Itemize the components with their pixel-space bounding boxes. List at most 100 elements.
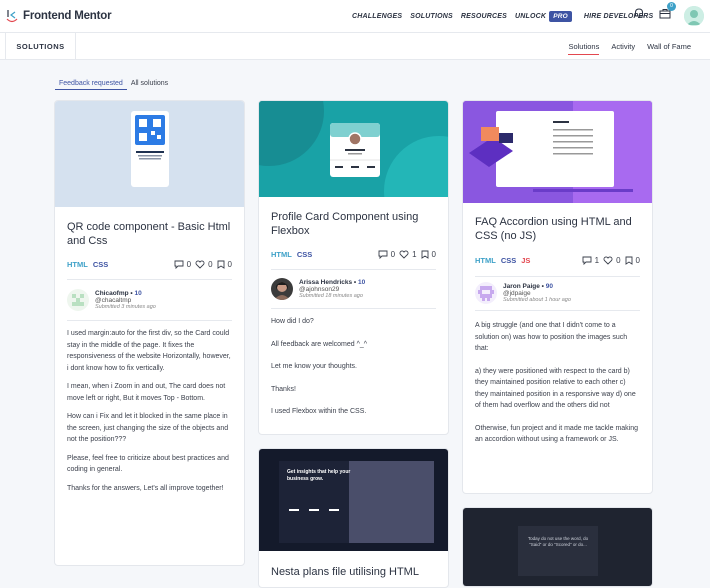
- solution-thumbnail[interactable]: Today do not use the word, do "Said" or …: [463, 508, 652, 586]
- solutions-subnav: SOLUTIONS Solutions Activity Wall of Fam…: [0, 33, 710, 60]
- bookmark-count: 0: [431, 249, 436, 259]
- description-paragraph: I used margin:auto for the first div, so…: [67, 330, 231, 372]
- solution-thumbnail[interactable]: [463, 101, 652, 203]
- solution-filters: Feedback requested All solutions: [55, 79, 172, 90]
- bookmark-icon[interactable]: [421, 250, 429, 259]
- author-name[interactable]: Chicaofmp: [95, 290, 129, 297]
- tag-css: CSS: [296, 249, 313, 259]
- tag-css: CSS: [500, 255, 517, 265]
- thumbnail-quote: Today do not use the word, do "Said" or …: [527, 536, 589, 547]
- author-row[interactable]: Arissa Hendricks • 10 @ajohnson29 Submit…: [259, 278, 448, 300]
- author-handle: @jdpaige: [503, 290, 531, 297]
- bookmark-icon[interactable]: [217, 260, 225, 269]
- author-avatar-image: [67, 289, 89, 311]
- nav-unlock-label: UNLOCK: [515, 13, 547, 20]
- description-paragraph: Thanks!: [271, 385, 296, 393]
- solution-card[interactable]: Profile Card Component using Flexbox HTM…: [258, 100, 449, 435]
- nav-solutions[interactable]: SOLUTIONS: [410, 13, 453, 20]
- filter-all-solutions[interactable]: All solutions: [127, 79, 172, 90]
- faq-accordion-preview-image: [463, 101, 652, 203]
- comment-count: 1: [594, 255, 600, 265]
- author-name[interactable]: Jaron Paige: [503, 283, 540, 290]
- comment-icon: [378, 250, 388, 259]
- bell-icon[interactable]: [632, 6, 646, 20]
- author-score: 10: [134, 290, 142, 297]
- tag-js: JS: [521, 255, 531, 265]
- logo-text: Frontend Mentor: [23, 10, 112, 22]
- author-row[interactable]: Jaron Paige • 90 @jdpaige Submitted abou…: [463, 282, 652, 304]
- section-title: SOLUTIONS: [5, 33, 76, 60]
- bookmark-icon[interactable]: [625, 256, 633, 265]
- comment-icon: [582, 256, 592, 265]
- like-count: 0: [208, 259, 213, 269]
- profile-card-preview-image: [259, 101, 448, 197]
- description-paragraph: Otherwise, fun project and it made me ta…: [475, 424, 639, 444]
- qr-preview-image: [131, 111, 169, 187]
- author-avatar[interactable]: [475, 282, 497, 304]
- comment-count: 0: [186, 259, 192, 269]
- submitted-time: Submitted 18 minutes ago: [299, 293, 363, 299]
- bookmark-count: 0: [227, 259, 232, 269]
- submitted-time: Submitted about 1 hour ago: [503, 297, 571, 303]
- description-paragraph: A big struggle (and one that I didn't co…: [475, 322, 628, 352]
- solution-card[interactable]: Get insights that help your business gro…: [258, 448, 449, 588]
- like-count: 1: [412, 249, 417, 259]
- solution-card[interactable]: FAQ Accordion using HTML and CSS (no JS)…: [462, 100, 653, 494]
- thumbnail-headline: Get insights that help your business gro…: [287, 469, 351, 482]
- description-paragraph: How did I do?: [271, 318, 314, 325]
- tab-activity[interactable]: Activity: [611, 42, 635, 51]
- card-title[interactable]: Nesta plans file utilising HTML: [259, 565, 448, 579]
- card-description: A big struggle (and one that I didn't co…: [463, 320, 652, 446]
- author-name[interactable]: Arissa Hendricks: [299, 279, 352, 286]
- card-description: How did I do? All feedback are welcomed …: [259, 316, 448, 418]
- heart-icon[interactable]: [603, 256, 613, 265]
- description-paragraph: I mean, when i Zoom in and out, The card…: [67, 383, 226, 402]
- nav-unlock-pro[interactable]: UNLOCK PRO: [515, 11, 572, 22]
- tag-html: HTML: [67, 259, 88, 269]
- heart-icon[interactable]: [399, 250, 409, 259]
- description-paragraph: Let me know your thoughts.: [271, 363, 357, 370]
- card-title[interactable]: FAQ Accordion using HTML and CSS (no JS): [463, 215, 652, 243]
- solution-thumbnail[interactable]: Get insights that help your business gro…: [259, 449, 448, 551]
- author-handle: @ajohnson29: [299, 286, 340, 293]
- top-navbar: Frontend Mentor CHALLENGES SOLUTIONS RES…: [0, 0, 710, 33]
- cart-count-badge: 0: [667, 2, 676, 11]
- author-avatar[interactable]: [67, 289, 89, 311]
- insights-preview-image: [279, 461, 434, 543]
- cart-icon[interactable]: 0: [658, 2, 676, 20]
- solution-thumbnail[interactable]: [259, 101, 448, 197]
- comment-count: 0: [390, 249, 396, 259]
- card-title[interactable]: Profile Card Component using Flexbox: [259, 210, 448, 238]
- description-paragraph: All feedback are welcomed ^_^: [271, 340, 368, 348]
- logo-icon: [6, 10, 18, 23]
- card-title[interactable]: QR code component - Basic Html and Css: [55, 220, 244, 248]
- author-avatar-image: [475, 282, 497, 304]
- tag-html: HTML: [475, 255, 496, 265]
- logo[interactable]: Frontend Mentor: [6, 9, 112, 23]
- tab-wall-of-fame[interactable]: Wall of Fame: [647, 42, 691, 51]
- user-avatar-image: [684, 6, 704, 26]
- author-avatar[interactable]: [271, 278, 293, 300]
- author-handle: @chacaltmp: [95, 297, 132, 304]
- author-row[interactable]: Chicaofmp • 10 @chacaltmp Submitted 3 mi…: [55, 289, 244, 311]
- solution-card[interactable]: QR code component - Basic Html and Css H…: [54, 100, 245, 566]
- nav-resources[interactable]: RESOURCES: [461, 13, 507, 20]
- user-avatar[interactable]: [684, 6, 704, 26]
- description-paragraph: Thanks for the answers, Let's all improv…: [67, 484, 224, 492]
- description-paragraph: I used Flexbox within the CSS.: [271, 408, 367, 415]
- like-count: 0: [616, 255, 621, 265]
- tag-html: HTML: [271, 249, 292, 259]
- solution-card[interactable]: Today do not use the word, do "Said" or …: [462, 507, 653, 587]
- tag-css: CSS: [92, 259, 109, 269]
- author-score: 90: [545, 283, 553, 290]
- card-description: I used margin:auto for the first div, so…: [55, 328, 244, 494]
- heart-icon[interactable]: [195, 260, 205, 269]
- description-paragraph: Please, feel free to criticize about bes…: [67, 454, 229, 474]
- nav-challenges[interactable]: CHALLENGES: [352, 13, 402, 20]
- tab-solutions[interactable]: Solutions: [568, 42, 599, 55]
- filter-feedback-requested[interactable]: Feedback requested: [55, 79, 127, 90]
- pro-badge: PRO: [549, 11, 572, 22]
- author-avatar-image: [271, 278, 293, 300]
- solution-thumbnail[interactable]: [55, 101, 244, 207]
- main-nav: CHALLENGES SOLUTIONS RESOURCES UNLOCK PRO…: [352, 0, 653, 33]
